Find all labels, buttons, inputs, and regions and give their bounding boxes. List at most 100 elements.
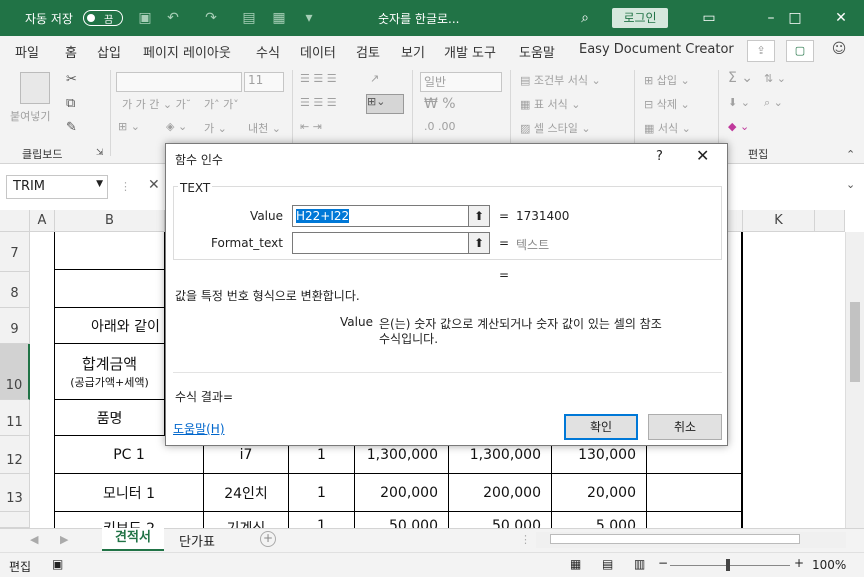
select-all-corner[interactable]: [0, 210, 30, 232]
decimal-icons[interactable]: .0 .00: [424, 120, 456, 133]
normal-view-icon[interactable]: ▦: [570, 557, 581, 571]
cut-icon[interactable]: ✂: [66, 72, 77, 87]
tab-easy-document-creator[interactable]: Easy Document Creator: [579, 42, 734, 57]
border-icon[interactable]: ⊞ ⌄: [118, 120, 140, 133]
row-header[interactable]: 7: [0, 232, 30, 272]
table-cell[interactable]: 20,000: [552, 474, 647, 512]
sheet-tab-active[interactable]: 견적서: [102, 528, 164, 551]
text-direction-icon[interactable]: ↗: [370, 72, 379, 85]
page-layout-icon[interactable]: ▤: [602, 557, 613, 571]
tab-data[interactable]: 데이터: [300, 42, 336, 61]
column-header-j[interactable]: [728, 210, 743, 232]
autosum-icon[interactable]: Σ ⌄: [728, 70, 753, 86]
tab-home[interactable]: 홈: [65, 42, 77, 66]
table-cell[interactable]: 50,000: [449, 512, 552, 528]
collapse-ribbon-icon[interactable]: ⌃: [846, 148, 855, 161]
table-cell[interactable]: 50,000: [355, 512, 449, 528]
tab-developer[interactable]: 개발 도구: [444, 42, 496, 61]
tab-review[interactable]: 검토: [356, 42, 380, 61]
column-header-l[interactable]: [815, 210, 845, 232]
tab-scroll-left-icon[interactable]: ◀: [30, 533, 38, 546]
format-text-input[interactable]: [292, 232, 490, 254]
clear-icon[interactable]: ◆ ⌄: [728, 120, 749, 133]
comments-icon[interactable]: ▢: [786, 40, 814, 62]
table-cell[interactable]: 아래와 같이: [54, 308, 165, 344]
cell-style-button[interactable]: ▨ 셀 스타일 ⌄: [520, 120, 591, 136]
help-icon[interactable]: ?: [656, 149, 663, 164]
table-cell[interactable]: [54, 270, 165, 308]
zoom-in-icon[interactable]: +: [794, 556, 804, 570]
undo-icon[interactable]: ↶: [164, 9, 182, 27]
font-size-box[interactable]: 11: [244, 72, 284, 92]
delete-cells-button[interactable]: ⊟ 삭제 ⌄: [644, 96, 690, 112]
find-select-icon[interactable]: ⌕ ⌄: [764, 96, 783, 110]
value-input[interactable]: H22+I22: [292, 205, 490, 227]
table-cell[interactable]: 합계금액 (공급가액+세액): [54, 344, 165, 400]
format-painter-icon[interactable]: ✎: [66, 120, 77, 135]
feedback-icon[interactable]: ☺: [830, 40, 848, 58]
vertical-scrollbar[interactable]: [845, 232, 864, 528]
tab-view[interactable]: 보기: [401, 42, 425, 61]
table-cell[interactable]: 품명: [54, 400, 165, 436]
row-header-selected[interactable]: 10: [0, 344, 30, 400]
form-icon[interactable]: ▤: [240, 9, 258, 27]
tab-file[interactable]: 파일: [15, 42, 39, 61]
currency-percent-icons[interactable]: ₩ %: [424, 96, 456, 112]
table-cell[interactable]: [54, 232, 165, 270]
name-box[interactable]: TRIM ▼: [6, 175, 108, 199]
zoom-slider[interactable]: [670, 565, 790, 566]
maximize-button[interactable]: □: [772, 0, 818, 36]
help-link[interactable]: 도움말(H): [173, 420, 225, 437]
chevron-down-icon[interactable]: ▼: [96, 179, 103, 189]
font-color-icon[interactable]: 가 ⌄: [204, 120, 227, 136]
table-cell[interactable]: 24인치: [204, 474, 289, 512]
align-top-icon[interactable]: ☰ ☰ ☰: [300, 72, 337, 85]
zoom-level[interactable]: 100%: [812, 558, 846, 572]
merge-center-icon[interactable]: ⊞⌄: [366, 94, 404, 114]
customize-icon[interactable]: ▾: [300, 9, 318, 27]
cancel-button[interactable]: 취소: [648, 414, 722, 440]
table-cell[interactable]: 모니터 1: [54, 474, 204, 512]
ok-button[interactable]: 확인: [564, 414, 638, 440]
add-sheet-icon[interactable]: +: [260, 531, 276, 547]
fill-color-icon[interactable]: ◈ ⌄: [166, 120, 187, 133]
table-cell[interactable]: 200,000: [449, 474, 552, 512]
fill-icon[interactable]: ⬇ ⌄: [728, 96, 750, 109]
conditional-format-button[interactable]: ▤ 조건부 서식 ⌄: [520, 72, 601, 88]
scrollbar-thumb[interactable]: [850, 302, 860, 382]
collapse-dialog-icon[interactable]: ⬆: [468, 205, 490, 227]
column-header-a[interactable]: A: [30, 210, 55, 232]
expand-formula-icon[interactable]: ⌄: [846, 178, 855, 191]
dialog-launcher-icon[interactable]: ⇲: [96, 148, 104, 158]
table-icon[interactable]: ▦: [270, 9, 288, 27]
copy-icon[interactable]: ⧉: [66, 96, 75, 111]
zoom-slider-thumb[interactable]: [726, 559, 730, 571]
row-header[interactable]: 13: [0, 474, 30, 512]
search-icon[interactable]: ⌕: [576, 9, 594, 27]
column-header-k[interactable]: K: [743, 210, 815, 232]
sort-filter-icon[interactable]: ⇅ ⌄: [764, 72, 786, 85]
font-format-icons[interactable]: 가 가 간 ⌄ 가˘: [122, 96, 191, 112]
phonetic-icon[interactable]: 내천 ⌄: [248, 120, 281, 136]
font-name-box[interactable]: [116, 72, 242, 92]
indent-icon[interactable]: ⇤ ⇥: [300, 120, 322, 133]
row-header[interactable]: 8: [0, 272, 30, 308]
tab-insert[interactable]: 삽입: [97, 42, 121, 61]
row-header[interactable]: [0, 512, 30, 528]
tab-help[interactable]: 도움말: [519, 42, 555, 61]
ribbon-display-icon[interactable]: ▭: [700, 9, 718, 27]
row-header[interactable]: 11: [0, 400, 30, 436]
table-cell[interactable]: 200,000: [355, 474, 449, 512]
row-header[interactable]: 9: [0, 308, 30, 344]
horizontal-scrollbar[interactable]: [536, 532, 846, 548]
login-button[interactable]: 로그인: [612, 8, 668, 28]
paste-label[interactable]: 붙여넣기: [10, 108, 50, 124]
paste-icon[interactable]: [20, 72, 50, 104]
number-format-box[interactable]: 일반: [420, 72, 502, 92]
share-icon[interactable]: ⇪: [747, 40, 775, 62]
row-header[interactable]: 12: [0, 436, 30, 474]
table-cell[interactable]: 기계식: [204, 512, 289, 528]
table-format-button[interactable]: ▦ 표 서식 ⌄: [520, 96, 580, 112]
tab-page-layout[interactable]: 페이지 레이아웃: [143, 42, 231, 61]
table-cell[interactable]: 1: [289, 512, 355, 528]
